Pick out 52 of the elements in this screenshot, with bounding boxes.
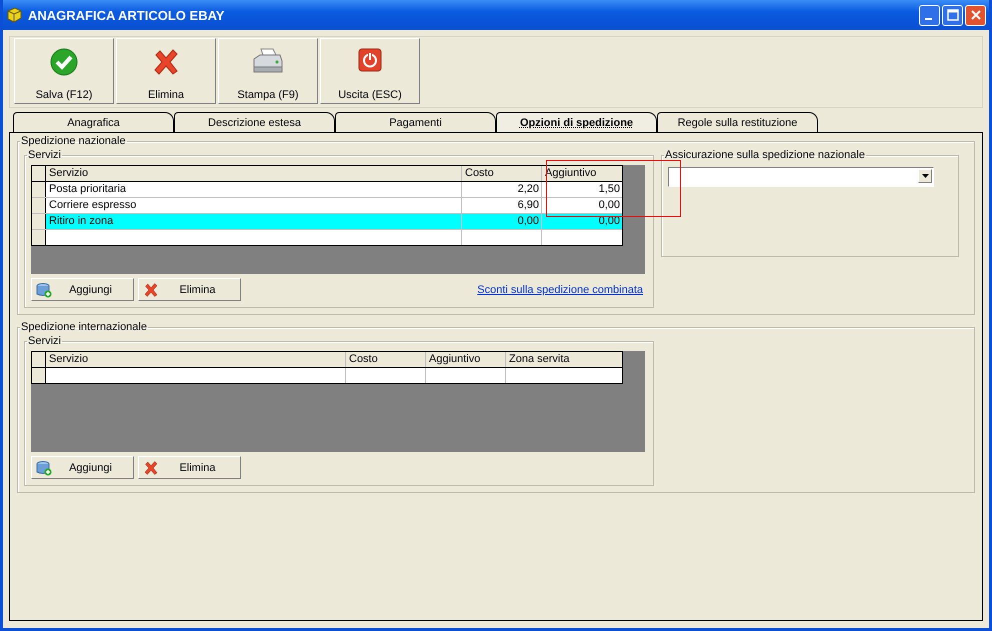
cross-icon — [143, 460, 159, 476]
cube-icon — [6, 7, 22, 23]
group-title: Spedizione internazionale — [20, 321, 148, 333]
action-button[interactable]: Aggiungi — [31, 278, 134, 301]
power-icon — [357, 47, 383, 73]
maximize-icon — [946, 9, 958, 21]
table-cell-text: 0,00 — [598, 198, 621, 213]
minimize-icon — [924, 18, 932, 20]
row-selector[interactable] — [32, 214, 46, 229]
group-title: Servizi — [27, 335, 62, 347]
column-header: Costo — [462, 166, 542, 181]
table-cell: Ritiro in zona — [46, 214, 462, 229]
table-cell: 0,00 — [462, 214, 542, 229]
insurance-dropdown[interactable] — [668, 167, 934, 187]
table-cell: Corriere espresso — [46, 198, 462, 213]
table-cell: Posta prioritaria — [46, 182, 462, 197]
group-title: Assicurazione sulla spedizione nazionale — [664, 149, 866, 161]
tab[interactable]: Regole sulla restituzione — [657, 112, 818, 132]
tab[interactable]: Pagamenti — [335, 112, 496, 132]
add-icon — [36, 460, 52, 476]
toolbar-button[interactable]: Elimina — [116, 38, 216, 104]
column-header: Aggiuntivo — [426, 352, 506, 367]
column-header: Zona servita — [508, 352, 571, 367]
action-button[interactable]: Elimina — [138, 456, 241, 479]
column-header: Servizio — [46, 166, 462, 181]
row-selector[interactable] — [32, 182, 46, 197]
group-title: Spedizione nazionale — [20, 135, 127, 147]
checkmark-icon — [49, 47, 79, 77]
column-header: Costo — [346, 352, 426, 367]
maximize-button[interactable] — [942, 4, 963, 26]
cross-icon — [143, 282, 159, 298]
minimize-button[interactable] — [919, 4, 940, 26]
group-title: Servizi — [27, 149, 62, 161]
table-cell-text: 1,50 — [598, 182, 621, 197]
toolbar-button[interactable]: Salva (F12) — [14, 38, 114, 104]
close-icon — [970, 9, 982, 21]
column-header: Servizio — [46, 352, 346, 367]
toolbar-button[interactable]: Uscita (ESC) — [320, 38, 420, 104]
tab[interactable]: Descrizione estesa — [174, 112, 335, 132]
row-selector[interactable] — [32, 198, 46, 213]
window-title: ANAGRAFICA ARTICOLO EBAY — [28, 8, 226, 22]
table-row[interactable]: Posta prioritaria 2,20 1,50 — [32, 182, 622, 198]
action-button[interactable]: Aggiungi — [31, 456, 134, 479]
close-button[interactable] — [965, 4, 986, 26]
table-cell: 2,20 — [462, 182, 542, 197]
tab[interactable]: Opzioni di spedizione — [496, 112, 657, 132]
toolbar-button[interactable]: Stampa (F9) — [218, 38, 318, 104]
action-button[interactable]: Elimina — [138, 278, 241, 301]
add-icon — [36, 282, 52, 298]
table-cell: 6,90 — [462, 198, 542, 213]
tab[interactable]: Anagrafica — [13, 112, 174, 132]
combined-shipping-link[interactable]: Sconti sulla spedizione combinata — [477, 284, 643, 296]
